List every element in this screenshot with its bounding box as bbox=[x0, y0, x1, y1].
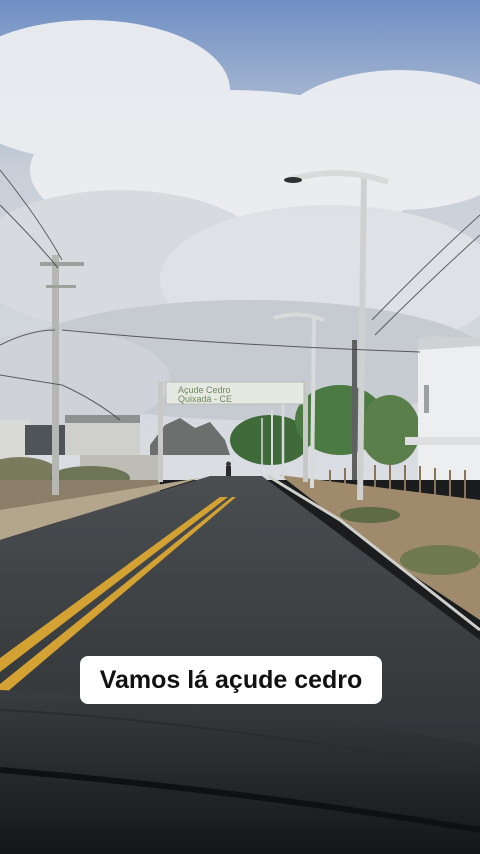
video-frame: Açude Cedro Quixadá - CE Vamos lá açude … bbox=[0, 0, 480, 854]
distant-motorbike bbox=[226, 461, 231, 476]
video-caption: Vamos lá açude cedro bbox=[80, 656, 382, 704]
sign-line-2: Quixadá - CE bbox=[178, 394, 232, 404]
road-scene: Açude Cedro Quixadá - CE bbox=[0, 0, 480, 854]
